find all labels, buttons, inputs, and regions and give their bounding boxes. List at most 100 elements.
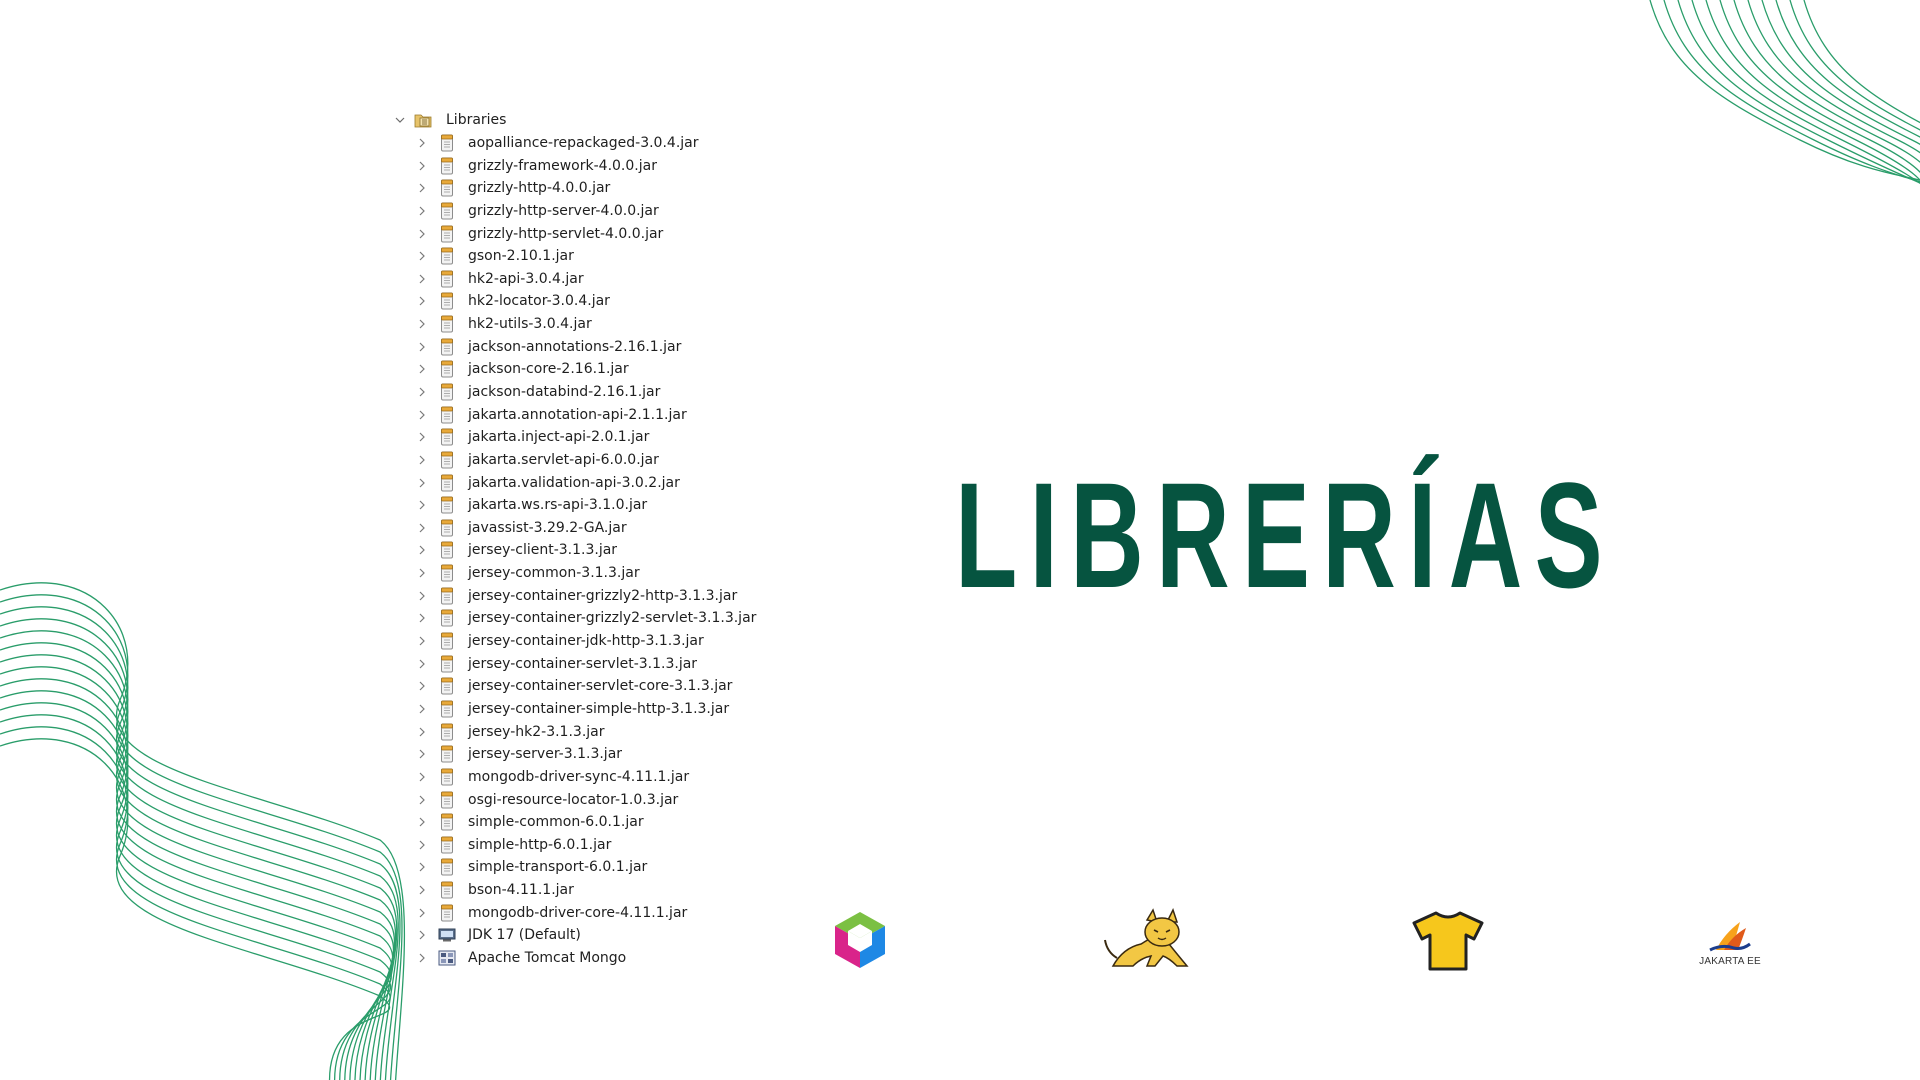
chevron-right-icon[interactable] bbox=[416, 680, 428, 692]
library-item[interactable]: jackson-core-2.16.1.jar bbox=[392, 358, 792, 381]
jar-icon bbox=[438, 519, 456, 537]
chevron-right-icon[interactable] bbox=[416, 590, 428, 602]
chevron-right-icon[interactable] bbox=[416, 228, 428, 240]
library-item[interactable]: simple-common-6.0.1.jar bbox=[392, 811, 792, 834]
library-item[interactable]: simple-transport-6.0.1.jar bbox=[392, 856, 792, 879]
chevron-right-icon[interactable] bbox=[416, 363, 428, 375]
library-item[interactable]: grizzly-http-servlet-4.0.0.jar bbox=[392, 222, 792, 245]
library-item[interactable]: osgi-resource-locator-1.0.3.jar bbox=[392, 788, 792, 811]
decorative-line bbox=[0, 726, 391, 1080]
library-item[interactable]: jersey-hk2-3.1.3.jar bbox=[392, 720, 792, 743]
chevron-right-icon[interactable] bbox=[416, 250, 428, 262]
library-item[interactable]: grizzly-http-server-4.0.0.jar bbox=[392, 200, 792, 223]
decorative-line bbox=[0, 630, 398, 1080]
decorative-line bbox=[0, 738, 391, 1080]
library-item[interactable]: mongodb-driver-sync-4.11.1.jar bbox=[392, 766, 792, 789]
library-item[interactable]: jersey-container-grizzly2-servlet-3.1.3.… bbox=[392, 607, 792, 630]
chevron-right-icon[interactable] bbox=[416, 952, 428, 964]
tomcat-logo bbox=[1103, 908, 1193, 972]
chevron-right-icon[interactable] bbox=[416, 477, 428, 489]
chevron-right-icon[interactable] bbox=[416, 726, 428, 738]
chevron-right-icon[interactable] bbox=[416, 454, 428, 466]
library-item[interactable]: jackson-annotations-2.16.1.jar bbox=[392, 335, 792, 358]
library-item[interactable]: jersey-container-servlet-core-3.1.3.jar bbox=[392, 675, 792, 698]
chevron-right-icon[interactable] bbox=[416, 431, 428, 443]
library-item[interactable]: javassist-3.29.2-GA.jar bbox=[392, 517, 792, 540]
decorative-line bbox=[1663, 0, 1920, 183]
chevron-right-icon[interactable] bbox=[416, 295, 428, 307]
chevron-right-icon[interactable] bbox=[416, 273, 428, 285]
chevron-right-icon[interactable] bbox=[416, 544, 428, 556]
library-item[interactable]: hk2-api-3.0.4.jar bbox=[392, 267, 792, 290]
chevron-right-icon[interactable] bbox=[416, 409, 428, 421]
jar-icon bbox=[438, 677, 456, 695]
chevron-right-icon[interactable] bbox=[416, 907, 428, 919]
decorative-line bbox=[0, 678, 394, 1080]
chevron-right-icon[interactable] bbox=[416, 182, 428, 194]
chevron-right-icon[interactable] bbox=[416, 703, 428, 715]
chevron-right-icon[interactable] bbox=[416, 341, 428, 353]
library-item-label: hk2-locator-3.0.4.jar bbox=[468, 293, 610, 310]
library-item[interactable]: bson-4.11.1.jar bbox=[392, 879, 792, 902]
decorative-line bbox=[0, 666, 395, 1080]
chevron-right-icon[interactable] bbox=[416, 861, 428, 873]
library-item[interactable]: Apache Tomcat Mongo bbox=[392, 947, 792, 970]
library-item[interactable]: gson-2.10.1.jar bbox=[392, 245, 792, 268]
library-item[interactable]: grizzly-http-4.0.0.jar bbox=[392, 177, 792, 200]
jar-icon bbox=[438, 723, 456, 741]
chevron-right-icon[interactable] bbox=[416, 794, 428, 806]
library-item[interactable]: jersey-container-servlet-3.1.3.jar bbox=[392, 652, 792, 675]
library-item-label: Apache Tomcat Mongo bbox=[468, 950, 627, 967]
chevron-right-icon[interactable] bbox=[416, 839, 428, 851]
chevron-right-icon[interactable] bbox=[416, 567, 428, 579]
library-item[interactable]: jakarta.ws.rs-api-3.1.0.jar bbox=[392, 494, 792, 517]
chevron-right-icon[interactable] bbox=[416, 771, 428, 783]
library-item[interactable]: jakarta.inject-api-2.0.1.jar bbox=[392, 426, 792, 449]
jar-icon bbox=[438, 474, 456, 492]
jar-icon bbox=[438, 541, 456, 559]
jar-icon bbox=[438, 406, 456, 424]
library-item[interactable]: grizzly-framework-4.0.0.jar bbox=[392, 154, 792, 177]
library-item[interactable]: hk2-utils-3.0.4.jar bbox=[392, 313, 792, 336]
chevron-right-icon[interactable] bbox=[416, 658, 428, 670]
library-item[interactable]: jersey-container-grizzly2-http-3.1.3.jar bbox=[392, 584, 792, 607]
library-item[interactable]: JDK 17 (Default) bbox=[392, 924, 792, 947]
jar-icon bbox=[438, 451, 456, 469]
library-item[interactable]: mongodb-driver-core-4.11.1.jar bbox=[392, 901, 792, 924]
chevron-right-icon[interactable] bbox=[416, 205, 428, 217]
chevron-right-icon[interactable] bbox=[416, 386, 428, 398]
chevron-right-icon[interactable] bbox=[416, 884, 428, 896]
chevron-right-icon[interactable] bbox=[416, 137, 428, 149]
library-item[interactable]: simple-http-6.0.1.jar bbox=[392, 834, 792, 857]
chevron-right-icon[interactable] bbox=[416, 748, 428, 760]
library-item[interactable]: jersey-container-jdk-http-3.1.3.jar bbox=[392, 630, 792, 653]
chevron-right-icon[interactable] bbox=[416, 318, 428, 330]
library-item[interactable]: jakarta.validation-api-3.0.2.jar bbox=[392, 471, 792, 494]
chevron-right-icon[interactable] bbox=[416, 635, 428, 647]
jar-icon bbox=[438, 134, 456, 152]
library-item[interactable]: jakarta.servlet-api-6.0.0.jar bbox=[392, 449, 792, 472]
libraries-node[interactable]: Libraries bbox=[392, 109, 792, 132]
chevron-right-icon[interactable] bbox=[416, 160, 428, 172]
library-item[interactable]: jersey-server-3.1.3.jar bbox=[392, 743, 792, 766]
library-item-label: simple-common-6.0.1.jar bbox=[468, 814, 644, 831]
chevron-down-icon[interactable] bbox=[394, 114, 406, 126]
jar-icon bbox=[438, 858, 456, 876]
library-item[interactable]: aopalliance-repackaged-3.0.4.jar bbox=[392, 132, 792, 155]
chevron-right-icon[interactable] bbox=[416, 612, 428, 624]
library-item[interactable]: jersey-common-3.1.3.jar bbox=[392, 562, 792, 585]
library-item-label: simple-http-6.0.1.jar bbox=[468, 836, 612, 853]
library-item[interactable]: jackson-databind-2.16.1.jar bbox=[392, 381, 792, 404]
decorative-lines-top-right bbox=[1649, 0, 1920, 185]
library-item[interactable]: jersey-container-simple-http-3.1.3.jar bbox=[392, 698, 792, 721]
library-item[interactable]: jersey-client-3.1.3.jar bbox=[392, 539, 792, 562]
library-item[interactable]: hk2-locator-3.0.4.jar bbox=[392, 290, 792, 313]
library-item[interactable]: jakarta.annotation-api-2.1.1.jar bbox=[392, 403, 792, 426]
library-item-label: mongodb-driver-core-4.11.1.jar bbox=[468, 904, 688, 921]
chevron-right-icon[interactable] bbox=[416, 522, 428, 534]
chevron-right-icon[interactable] bbox=[416, 929, 428, 941]
chevron-right-icon[interactable] bbox=[416, 499, 428, 511]
chevron-right-icon[interactable] bbox=[416, 816, 428, 828]
jar-icon bbox=[438, 247, 456, 265]
jar-icon bbox=[438, 338, 456, 356]
